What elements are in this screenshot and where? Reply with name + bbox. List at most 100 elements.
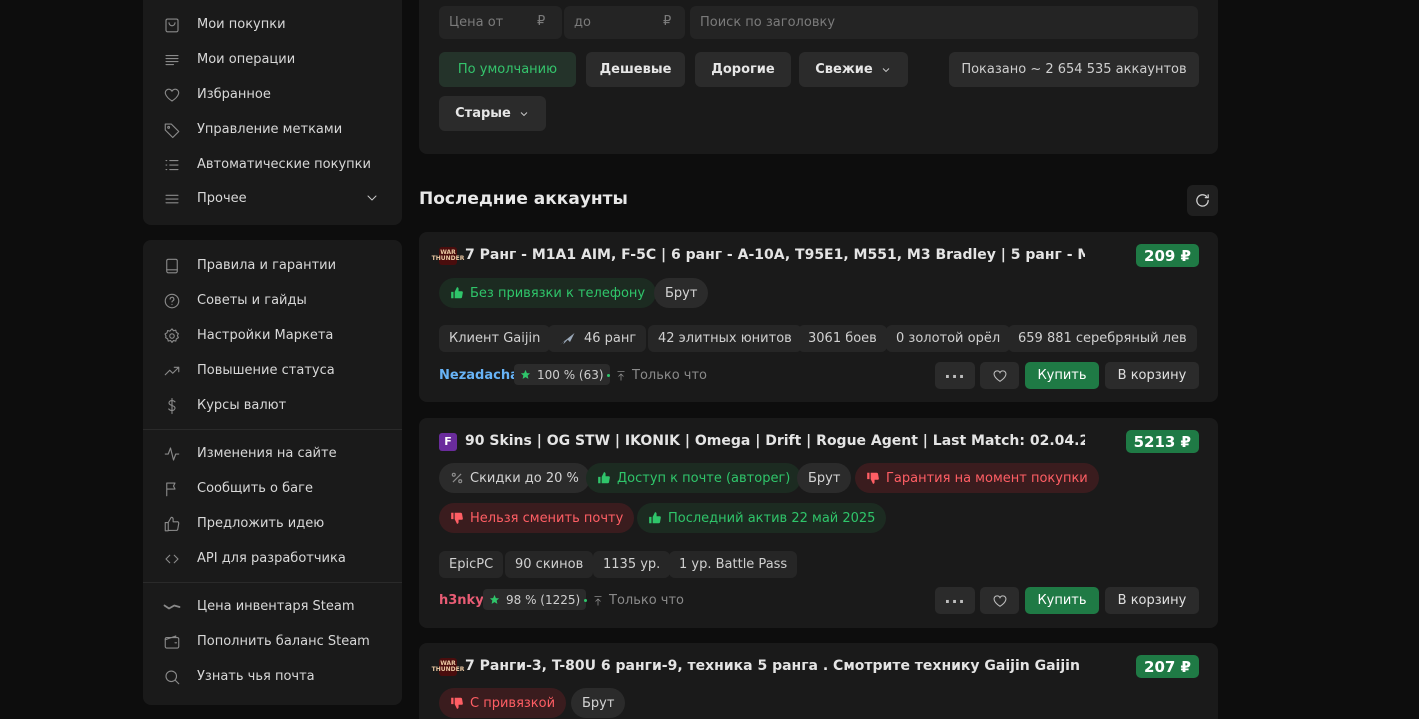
add-to-cart-button[interactable]: В корзину bbox=[1105, 362, 1199, 389]
sort-expensive-button[interactable]: Дорогие bbox=[695, 52, 791, 87]
currency-label: ₽ bbox=[663, 14, 672, 29]
tag-brute: Брут bbox=[654, 278, 709, 308]
sort-default-button[interactable]: По умолчанию bbox=[439, 52, 576, 87]
sidebar-item-guides[interactable]: Советы и гайды bbox=[143, 283, 402, 318]
account-card[interactable]: F 90 Skins | OG STW | IKONIK | Omega | D… bbox=[419, 418, 1218, 628]
thumbs-up-icon bbox=[649, 512, 661, 524]
tag-icon bbox=[162, 120, 182, 140]
sidebar-item-email-lookup[interactable]: Узнать чья почта bbox=[143, 659, 402, 694]
price-badge: 5213 ₽ bbox=[1125, 430, 1199, 453]
card-title[interactable]: 7 Ранг - M1A1 AIM, F-5C | 6 ранг - A-10A… bbox=[465, 247, 1085, 263]
favorite-button[interactable] bbox=[980, 587, 1019, 614]
upload-icon bbox=[617, 370, 625, 380]
sidebar-item-label: Настройки Маркета bbox=[197, 328, 334, 343]
sidebar-item-label: Цена инвентаря Steam bbox=[197, 599, 355, 614]
chip-elite-units: 42 элитных юнитов bbox=[648, 325, 802, 352]
dots-icon: ... bbox=[944, 588, 966, 607]
star-icon bbox=[520, 369, 531, 379]
sort-default-label: По умолчанию bbox=[457, 62, 558, 77]
tag-brute: Брут bbox=[571, 688, 626, 718]
trending-up-icon bbox=[162, 361, 182, 381]
buy-button[interactable]: Купить bbox=[1025, 587, 1099, 614]
favorite-button[interactable] bbox=[980, 362, 1019, 389]
sort-cheap-button[interactable]: Дешевые bbox=[586, 52, 685, 87]
sidebar-divider bbox=[143, 582, 402, 583]
seller-rating: 100 % (63) bbox=[514, 364, 610, 385]
sidebar-item-favorites[interactable]: Избранное bbox=[143, 77, 402, 112]
heart-icon bbox=[162, 85, 182, 105]
thumbs-up-icon bbox=[451, 287, 463, 299]
tag-no-phone: Без привязки к телефону bbox=[439, 278, 657, 308]
online-dot bbox=[584, 599, 587, 602]
refresh-button[interactable] bbox=[1187, 185, 1218, 216]
wallet-icon bbox=[162, 632, 182, 652]
gear-icon bbox=[162, 326, 182, 346]
title-search-input[interactable] bbox=[690, 6, 1198, 39]
sidebar-item-auto-purchases[interactable]: Автоматические покупки bbox=[143, 147, 402, 182]
chip-rank: 46 ранг bbox=[548, 325, 647, 352]
sidebar-item-other[interactable]: Прочее bbox=[143, 181, 402, 216]
chip-battles: 3061 боев bbox=[798, 325, 887, 352]
account-card[interactable]: WAR THUNDER 7 Ранги-3, T-80U 6 ранги-9, … bbox=[419, 643, 1218, 719]
tag-discount: Скидки до 20 % bbox=[439, 463, 590, 493]
thumbs-down-icon bbox=[867, 472, 879, 484]
sidebar-item-label: Избранное bbox=[197, 87, 271, 102]
menu-icon bbox=[162, 189, 182, 209]
add-to-cart-button[interactable]: В корзину bbox=[1105, 587, 1199, 614]
sidebar-item-label: Советы и гайды bbox=[197, 293, 307, 308]
sidebar-item-status-upgrade[interactable]: Повышение статуса bbox=[143, 353, 402, 388]
fortnite-icon: F bbox=[439, 433, 457, 451]
sidebar-item-steam-topup[interactable]: Пополнить баланс Steam bbox=[143, 624, 402, 659]
sidebar-item-label: Предложить идею bbox=[197, 516, 325, 531]
sidebar-item-label: API для разработчика bbox=[197, 551, 346, 566]
sidebar-item-suggest-idea[interactable]: Предложить идею bbox=[143, 506, 402, 541]
sidebar-item-label: Узнать чья почта bbox=[197, 669, 315, 684]
card-title[interactable]: 7 Ранги-3, T-80U 6 ранги-9, техника 5 ра… bbox=[465, 658, 1085, 674]
sidebar-item-label: Управление метками bbox=[197, 122, 343, 137]
more-button[interactable]: ... bbox=[935, 587, 975, 614]
sidebar-item-label: Курсы валют bbox=[197, 398, 287, 413]
code-icon bbox=[162, 549, 182, 569]
bag-icon bbox=[162, 15, 182, 35]
flag-icon bbox=[162, 479, 182, 499]
thumbs-up-icon bbox=[598, 472, 610, 484]
sidebar-item-steam-inventory[interactable]: Цена инвентаря Steam bbox=[143, 589, 402, 624]
sort-old-label: Старые bbox=[455, 106, 511, 121]
results-count: Показано ~ 2 654 535 аккаунтов bbox=[949, 52, 1199, 87]
sidebar-item-operations[interactable]: Мои операции bbox=[143, 42, 402, 77]
online-dot bbox=[607, 374, 610, 377]
card-title[interactable]: 90 Skins | OG STW | IKONIK | Omega | Dri… bbox=[465, 433, 1085, 449]
chip-client: Клиент Gaijin bbox=[439, 325, 551, 352]
account-card[interactable]: WAR THUNDER 7 Ранг - M1A1 AIM, F-5C | 6 … bbox=[419, 232, 1218, 402]
sidebar-item-site-changes[interactable]: Изменения на сайте bbox=[143, 436, 402, 471]
sidebar-item-report-bug[interactable]: Сообщить о баге bbox=[143, 471, 402, 506]
percent-icon bbox=[451, 472, 463, 484]
seller-name[interactable]: h3nky bbox=[439, 593, 484, 608]
plane-icon bbox=[559, 332, 575, 345]
thumbs-down-icon bbox=[451, 697, 463, 709]
book-icon bbox=[162, 256, 182, 276]
listing-time: Только что bbox=[615, 368, 707, 383]
buy-button[interactable]: Купить bbox=[1025, 362, 1099, 389]
sidebar-item-label: Пополнить баланс Steam bbox=[197, 634, 370, 649]
refresh-icon bbox=[1196, 194, 1209, 207]
sidebar-item-tags[interactable]: Управление метками bbox=[143, 112, 402, 147]
heart-icon bbox=[993, 594, 1006, 607]
sidebar-panel-info: Правила и гарантии Советы и гайды Настро… bbox=[143, 240, 402, 705]
sidebar-panel-account: Мои покупки Мои операции Избранное Управ… bbox=[143, 0, 402, 225]
sort-fresh-label: Свежие bbox=[815, 62, 873, 77]
sidebar-item-purchases[interactable]: Мои покупки bbox=[143, 7, 402, 42]
listing-time: Только что bbox=[592, 593, 684, 608]
tag-brute: Брут bbox=[797, 463, 852, 493]
sidebar-item-market-settings[interactable]: Настройки Маркета bbox=[143, 318, 402, 353]
sidebar-item-currency-rates[interactable]: Курсы валют bbox=[143, 388, 402, 423]
sidebar-divider bbox=[143, 429, 402, 430]
sort-fresh-button[interactable]: Свежие bbox=[799, 52, 908, 87]
sidebar-item-rules[interactable]: Правила и гарантии bbox=[143, 248, 402, 283]
sort-old-button[interactable]: Старые bbox=[439, 96, 546, 131]
sidebar-item-api[interactable]: API для разработчика bbox=[143, 541, 402, 576]
seller-name[interactable]: Nezadacha bbox=[439, 368, 519, 383]
more-button[interactable]: ... bbox=[935, 362, 975, 389]
sort-cheap-label: Дешевые bbox=[599, 62, 672, 77]
heart-icon bbox=[993, 369, 1006, 382]
